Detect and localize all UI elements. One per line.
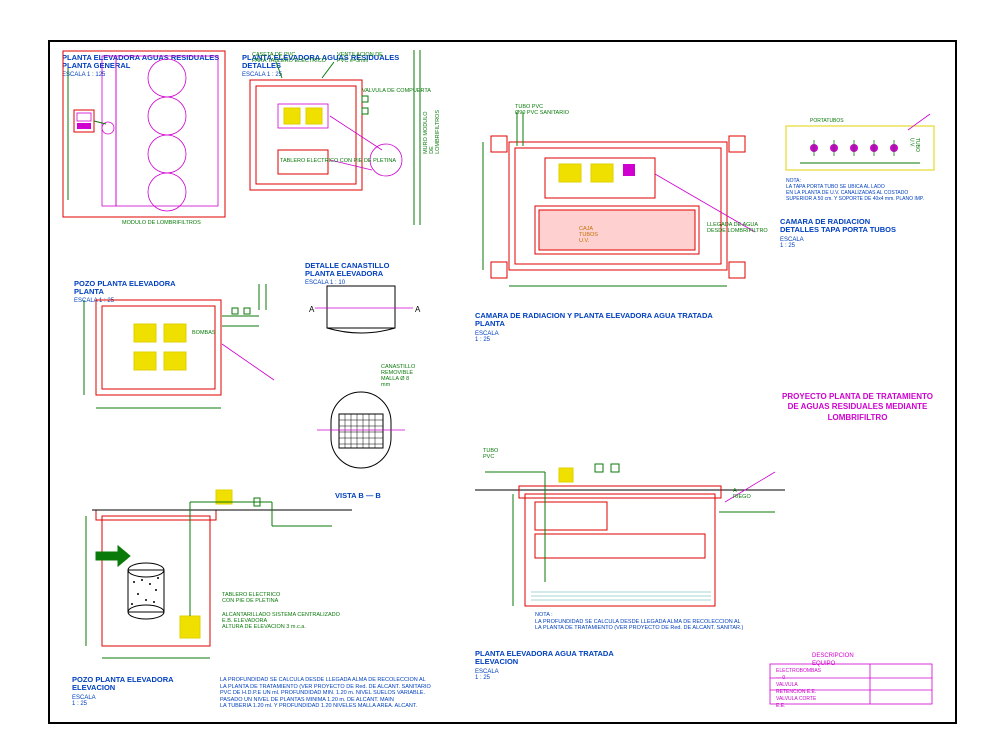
anno-alcant: ALCANTARILLADO SISTEMA CENTRALIZADO E.B.… [222,612,340,630]
view-pozo-planta: BOMBAS POZO PLANTA ELEVADORA PLANTA ESCA… [74,280,176,304]
note-pozo: LA PROFUNDIDAD SE CALCULA DESDE LLEGADA … [220,677,450,710]
view-detalles: CASETA DE PVC PARA TABLERO ELECTRICO VEN… [242,50,399,78]
anno-valvula: VALVULA DE COMPUERTA [362,88,431,94]
anno-uvbox: CAJA TUBOS U.V. [579,226,598,244]
anno-v7-top: TUBO PVC [483,448,498,460]
scale-v6: ESCALA 1 : 25 [475,331,498,343]
note-calc: NOTA :LA PROFUNDIDAD SE CALCULA DESDE LL… [535,612,795,632]
note-uv: NOTA: LA TAPA PORTA TUBO SE UBICA AL LAD… [786,178,936,202]
tbk-rows: ELECTROBOMBAS — 0VALVULA RETENCION E.E.V… [776,668,821,710]
anno-vent: VENTILACION DE PVC e=3mm [337,52,383,64]
anno-tabl: TABLERO ELECTRICO CON PIE DE PLETINA [222,592,280,604]
anno-v7-r: A RIEGO [733,488,751,500]
tbk-title: DESCRIPCION EQUIPO [812,652,854,669]
anno-caseta: CASETA DE PVC PARA TABLERO ELECTRICO [252,52,326,64]
sec-a-r: A [415,305,421,314]
svg-text:PORTATUBOS: PORTATUBOS [810,118,844,124]
anno-bombas: BOMBAS [192,330,216,336]
title-v5: POZO PLANTA ELEVADORA ELEVACION [72,676,174,693]
title-v8: CAMARA DE RADIACION DETALLES TAPA PORTA … [780,218,896,235]
view-canastillo: DETALLE CANASTILLO PLANTA ELEVADORA ESCA… [305,262,389,286]
title-v3: DETALLE CANASTILLO PLANTA ELEVADORA [305,262,389,279]
title-v7: PLANTA ELEVADORA AGUA TRATADA ELEVACION [475,650,614,667]
sec-a-l: A [309,305,315,314]
scale-v5: ESCALA 1 : 25 [72,695,95,707]
drawing-sheet: MODULO DE LOMBRIFILTROS PLANTA ELEVADORA… [48,40,957,724]
anno-tapa: TABLERO ELECTRICO CON PIE DE PLETINA [280,158,396,164]
anno-llegada: LLEGADA DE AGUA DESDE LOMBRIFILTRO [707,222,768,234]
anno-modulo: MODULO DE LOMBRIFILTROS [122,220,201,226]
anno-tubouv: TUBO U.V. [908,138,919,152]
scale-v7: ESCALA 1 : 25 [475,669,498,681]
anno-canast-lbl: CANASTILLO REMOVIBLEMALLA Ø 8 mm [381,364,415,388]
anno-canast-v: MURO MODULO DE LOMBRIFILTROS [423,110,441,154]
anno-tubopvc: TUBO PVC Ø90 PVC SANITARIO [515,104,569,116]
title-v6: CAMARA DE RADIACION Y PLANTA ELEVADORA A… [475,312,713,329]
view-planta-general: MODULO DE LOMBRIFILTROS PLANTA ELEVADORA… [62,50,219,78]
scale-v8: ESCALA 1 : 25 [780,237,803,249]
project-title: PROYECTO PLANTA DE TRATAMIENTO DE AGUAS … [780,392,935,423]
